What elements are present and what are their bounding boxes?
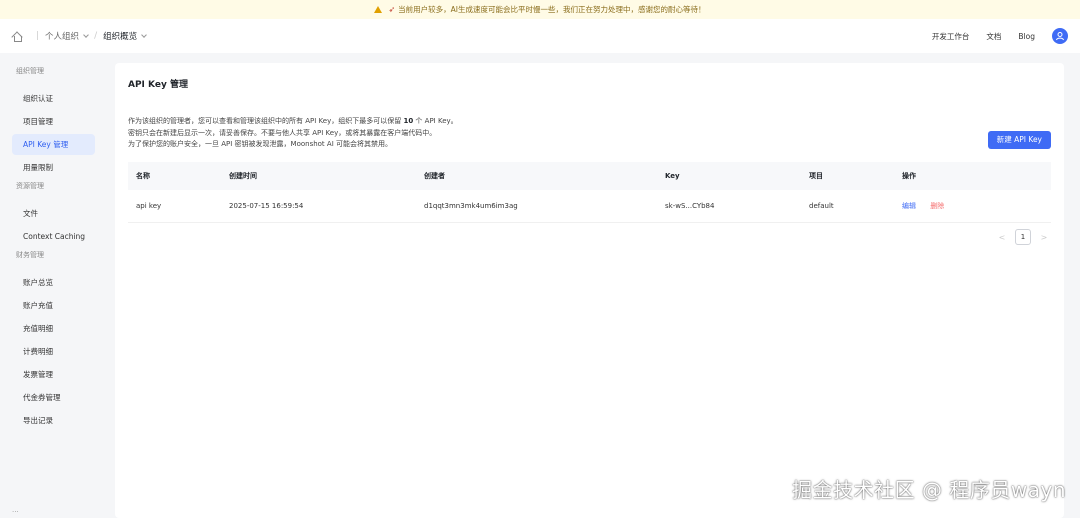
sidebar-item-api-keys[interactable]: API Key 管理 (12, 134, 95, 155)
api-key-card: API Key 管理 作为该组织的管理者，您可以查看和管理该组织中的所有 API… (115, 63, 1064, 518)
cell-actions: 编辑 删除 (894, 189, 1051, 223)
description-text: 个 API Key。 (413, 117, 458, 125)
sidebar-group-finance: 财务管理 (16, 251, 44, 259)
sidebar-item-export-records[interactable]: 导出记录 (12, 410, 95, 431)
notice-banner: ➶ 当前用户较多，AI生成速度可能会比平时慢一些，我们正在努力处理中，感谢您的耐… (0, 0, 1080, 19)
cell-key: sk-wS...CYb84 (657, 189, 801, 223)
sidebar-item-billing-details[interactable]: 计费明细 (12, 341, 95, 362)
table-header-row: 名称 创建时间 创建者 Key 项目 操作 (128, 161, 1051, 190)
cell-name: api key (128, 189, 221, 223)
sidebar-item-context-caching[interactable]: Context Caching (12, 226, 95, 247)
cell-created: 2025-07-15 16:59:54 (221, 189, 416, 223)
breadcrumb-page-label: 组织概览 (103, 32, 138, 42)
notice-text: 当前用户较多，AI生成速度可能会比平时慢一些，我们正在努力处理中，感谢您的耐心等… (398, 5, 706, 14)
sidebar-item-org-verify[interactable]: 组织认证 (12, 88, 95, 109)
sidebar-item-recharge[interactable]: 账户充值 (12, 295, 95, 316)
column-header-project: 项目 (809, 171, 823, 180)
sidebar-group-org: 组织管理 (16, 67, 44, 75)
api-key-table: 名称 创建时间 创建者 Key 项目 操作 api key 2025-07-15… (128, 161, 1051, 223)
cell-creator: d1qqt3mn3mk4um6im3ag (416, 189, 657, 223)
avatar[interactable] (1052, 28, 1068, 44)
table-row: api key 2025-07-15 16:59:54 d1qqt3mn3mk4… (128, 189, 1051, 223)
description-line-2: 密钥只会在新建后显示一次，请妥善保存。不要与他人共享 API Key，或将其暴露… (128, 128, 437, 137)
sidebar-item-usage-limits[interactable]: 用量限制 (12, 157, 95, 178)
blog-link[interactable]: Blog (1018, 32, 1035, 41)
sidebar-more-icon[interactable]: ··· (12, 508, 19, 516)
breadcrumb-separator: | (36, 31, 40, 41)
column-header-key: Key (665, 171, 680, 180)
sidebar-item-account-overview[interactable]: 账户总览 (12, 272, 95, 293)
breadcrumb-org[interactable]: 个人组织 (45, 30, 89, 42)
breadcrumb-separator: / (94, 31, 98, 41)
home-icon[interactable] (12, 31, 22, 42)
dev-console-link[interactable]: 开发工作台 (932, 31, 970, 42)
description-line-3: 为了保护您的账户安全，一旦 API 密钥被发现泄露，Moonshot AI 可能… (128, 140, 392, 148)
sidebar-item-invoices[interactable]: 发票管理 (12, 364, 95, 385)
breadcrumb-org-label: 个人组织 (45, 32, 80, 42)
sidebar-item-projects[interactable]: 项目管理 (12, 111, 95, 132)
prev-page-button[interactable]: < (995, 233, 1009, 242)
sidebar-item-vouchers[interactable]: 代金券管理 (12, 387, 95, 408)
column-header-created: 创建时间 (229, 171, 257, 180)
description-line-1: 作为该组织的管理者，您可以查看和管理该组织中的所有 API Key，组织下最多可… (128, 116, 1051, 128)
column-header-name: 名称 (136, 171, 150, 180)
watermark: 掘金技术社区 @ 程序员wayn (792, 478, 1066, 502)
page-number-button[interactable]: 1 (1015, 229, 1031, 245)
column-header-creator: 创建者 (424, 171, 445, 180)
rocket-icon: ➶ (388, 5, 396, 14)
warning-icon (374, 6, 383, 13)
sidebar: 组织管理 组织认证 项目管理 API Key 管理 用量限制 资源管理 文件 C… (0, 53, 107, 518)
sidebar-group-resources: 资源管理 (16, 182, 44, 190)
docs-link[interactable]: 文档 (986, 31, 1001, 42)
next-page-button[interactable]: > (1037, 233, 1051, 242)
max-keys-count: 10 (403, 117, 414, 125)
delete-link[interactable]: 删除 (930, 202, 944, 210)
chevron-down-icon (141, 31, 147, 38)
top-bar: | 个人组织 / 组织概览 开发工作台 文档 Blog (0, 19, 1080, 53)
edit-link[interactable]: 编辑 (902, 202, 916, 210)
chevron-down-icon (83, 31, 89, 38)
page-title: API Key 管理 (128, 80, 188, 90)
description: 作为该组织的管理者，您可以查看和管理该组织中的所有 API Key，组织下最多可… (128, 116, 1051, 151)
new-api-key-button[interactable]: 新建 API Key (987, 131, 1051, 149)
sidebar-item-files[interactable]: 文件 (12, 203, 95, 224)
pagination: < 1 > (995, 229, 1051, 245)
user-icon (1056, 32, 1064, 41)
sidebar-item-recharge-details[interactable]: 充值明细 (12, 318, 95, 339)
description-text: 作为该组织的管理者，您可以查看和管理该组织中的所有 API Key，组织下最多可… (128, 117, 404, 125)
column-header-actions: 操作 (902, 171, 916, 180)
cell-project: default (801, 189, 894, 223)
breadcrumb-page[interactable]: 组织概览 (103, 30, 147, 42)
